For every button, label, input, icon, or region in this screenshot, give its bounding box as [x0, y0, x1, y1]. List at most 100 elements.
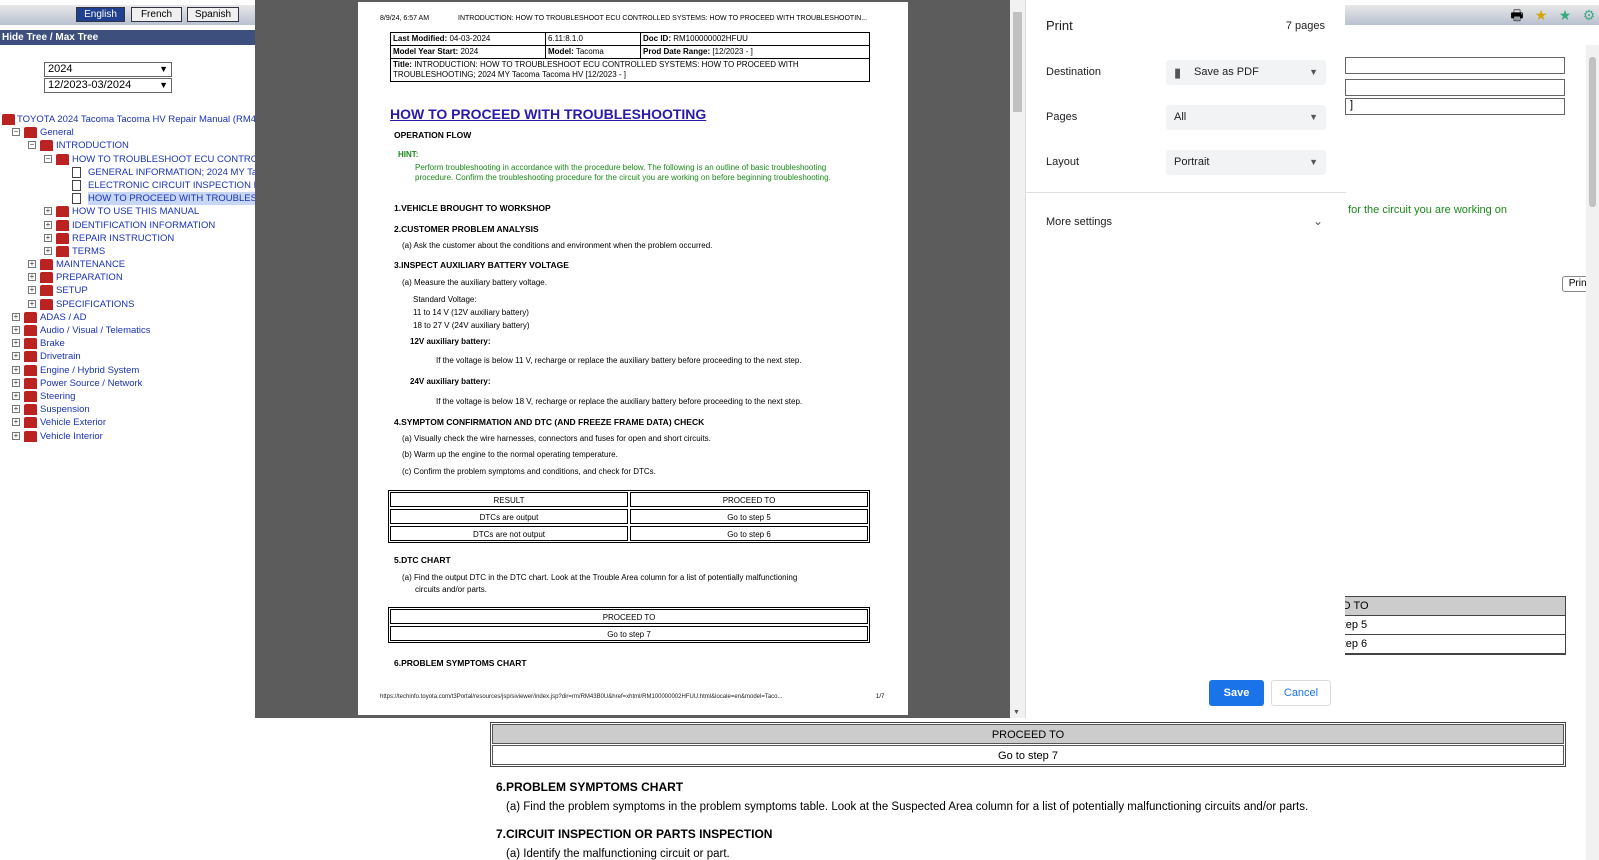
expand-icon[interactable]: + [12, 378, 20, 387]
tree-item[interactable]: + ADAS / AD [0, 311, 255, 324]
bg-table-cell: o step 5 [1322, 616, 1565, 635]
pages-select[interactable]: All ▼ [1166, 105, 1326, 130]
tree-item[interactable]: − General [0, 126, 255, 139]
tree-item-label: Power Source / Network [40, 377, 143, 389]
scroll-down-arrow-icon[interactable]: ▼ [1013, 709, 1020, 716]
expand-icon[interactable]: + [12, 326, 20, 334]
cancel-button[interactable]: Cancel [1271, 680, 1331, 706]
expand-icon[interactable]: + [12, 405, 20, 414]
book-icon [40, 298, 53, 310]
bg-table-cell: EED TO [1322, 597, 1565, 616]
book-icon [24, 364, 37, 376]
bg-meta-text: ] [1350, 99, 1354, 111]
tree-item[interactable]: + IDENTIFICATION INFORMATION [0, 219, 255, 232]
expand-icon[interactable]: + [28, 260, 36, 269]
expand-icon[interactable]: + [28, 273, 36, 282]
tree-item[interactable]: + TERMS [0, 245, 255, 258]
expand-icon[interactable]: + [44, 207, 52, 216]
destination-select[interactable]: ▮ Save as PDF ▼ [1166, 60, 1326, 85]
tree-item-label: SPECIFICATIONS [56, 298, 135, 310]
chevron-down-icon: ▼ [159, 80, 168, 90]
tree-item[interactable]: TOYOTA 2024 Tacoma Tacoma HV Repair Manu… [0, 113, 255, 126]
layout-select[interactable]: Portrait ▼ [1166, 150, 1326, 175]
hide-tree-link[interactable]: Hide Tree [2, 32, 47, 43]
tree-item[interactable]: + Power Source / Network [0, 377, 255, 390]
tree-item[interactable]: + Vehicle Exterior [0, 416, 255, 429]
tree-item[interactable]: + PREPARATION [0, 271, 255, 284]
printer-icon[interactable]: 🖶 [1507, 6, 1527, 24]
tree-item-label: TERMS [72, 245, 106, 257]
tree-item[interactable]: GENERAL INFORMATION; 2024 MY Tacoma [0, 166, 255, 179]
max-tree-link[interactable]: Max Tree [55, 32, 98, 43]
favorite-star-icon[interactable]: ★ [1531, 6, 1551, 24]
tree-item[interactable]: + HOW TO USE THIS MANUAL [0, 205, 255, 218]
tree-item-label: ELECTRONIC CIRCUIT INSPECTION PROCE [88, 179, 255, 191]
tree-item[interactable]: − HOW TO TROUBLESHOOT ECU CONTROLLED S [0, 153, 255, 166]
layout-label: Layout [1046, 156, 1080, 168]
tree-item[interactable]: + REPAIR INSTRUCTION [0, 232, 255, 245]
lang-french-button[interactable]: French [131, 7, 182, 22]
table-cell: DTCs are not output [390, 526, 628, 541]
section-text: Standard Voltage: [413, 295, 477, 304]
tree-item[interactable]: + Steering [0, 390, 255, 403]
expand-icon[interactable]: + [12, 339, 20, 348]
page-scrollbar-thumb[interactable] [1589, 57, 1596, 207]
tree-item[interactable]: + SETUP [0, 284, 255, 297]
expand-icon[interactable]: + [12, 312, 20, 321]
tree-item-label: GENERAL INFORMATION; 2024 MY Tacoma [88, 166, 255, 178]
document-icon: ▮ [1174, 65, 1182, 80]
chevron-down-icon[interactable]: ⌄ [1313, 214, 1323, 228]
tree-item[interactable]: + Suspension [0, 403, 255, 416]
bg-table-cell: PROCEED TO [492, 724, 1564, 744]
tree-item[interactable]: + Drivetrain [0, 350, 255, 363]
preview-scrollbar[interactable]: ▼ [1010, 0, 1025, 718]
collapse-icon[interactable]: − [44, 154, 52, 163]
table-row: PROCEED TO [389, 608, 869, 625]
expand-icon[interactable]: + [44, 220, 52, 229]
expand-icon[interactable]: + [12, 391, 20, 400]
tree-item[interactable]: ELECTRONIC CIRCUIT INSPECTION PROCE [0, 179, 255, 192]
toolbar-icons: 🖶 ★ ★ ⚙ [1507, 6, 1599, 24]
page-scrollbar[interactable] [1586, 45, 1599, 860]
collapse-icon[interactable]: − [28, 141, 36, 150]
year-select[interactable]: 2024 ▼ [44, 62, 172, 77]
meta-cell: Model: Tacoma [545, 45, 641, 59]
tree-item-label: ADAS / AD [40, 311, 87, 323]
lang-spanish-button[interactable]: Spanish [187, 7, 239, 22]
book-icon [24, 417, 37, 429]
section-text: (a) Visually check the wire harnesses, c… [402, 434, 711, 443]
preview-scrollbar-thumb[interactable] [1013, 12, 1022, 112]
tree-item[interactable]: − INTRODUCTION [0, 139, 255, 152]
bg-meta-box [1345, 57, 1565, 74]
expand-icon[interactable]: + [12, 365, 20, 374]
bg-table-cell: Go to step 7 [492, 745, 1564, 765]
date-range-select[interactable]: 12/2023-03/2024 ▼ [44, 78, 172, 93]
settings-icon[interactable]: ⚙ [1579, 6, 1599, 24]
expand-icon[interactable]: + [44, 246, 52, 255]
tree-item[interactable]: + SPECIFICATIONS [0, 298, 255, 311]
expand-icon[interactable]: + [12, 431, 20, 440]
expand-icon[interactable]: + [12, 418, 20, 427]
tree-item[interactable]: + MAINTENANCE [0, 258, 255, 271]
more-settings-toggle[interactable]: More settings [1046, 216, 1112, 228]
expand-icon[interactable]: + [44, 233, 52, 242]
expand-icon[interactable]: + [28, 299, 36, 308]
bg-proceed-table: PROCEED TO Go to step 7 [490, 722, 1566, 767]
collapse-icon[interactable]: − [12, 128, 20, 137]
expand-icon[interactable]: + [28, 286, 36, 295]
book-icon [40, 272, 53, 284]
tree-item[interactable]: + Engine / Hybrid System [0, 364, 255, 377]
tree-item[interactable]: HOW TO PROCEED WITH TROUBLESHOOT [0, 192, 255, 206]
tree-item[interactable]: + Vehicle Interior [0, 430, 255, 443]
bookmark-star-icon[interactable]: ★ [1555, 6, 1575, 24]
preview-page-number: 1/7 [876, 694, 885, 700]
section-text: (b) Warm up the engine to the normal ope… [402, 450, 618, 459]
tree-item-label: HOW TO TROUBLESHOOT ECU CONTROLLED S [72, 153, 255, 165]
expand-icon[interactable]: + [12, 352, 20, 361]
tree-item-label: HOW TO PROCEED WITH TROUBLESHOOT [88, 192, 255, 206]
save-button[interactable]: Save [1209, 680, 1264, 706]
table-cell: PROCEED TO [630, 492, 868, 507]
lang-english-button[interactable]: English [76, 7, 125, 22]
tree-item[interactable]: + Brake [0, 337, 255, 350]
tree-item[interactable]: + Audio / Visual / Telematics [0, 324, 255, 337]
